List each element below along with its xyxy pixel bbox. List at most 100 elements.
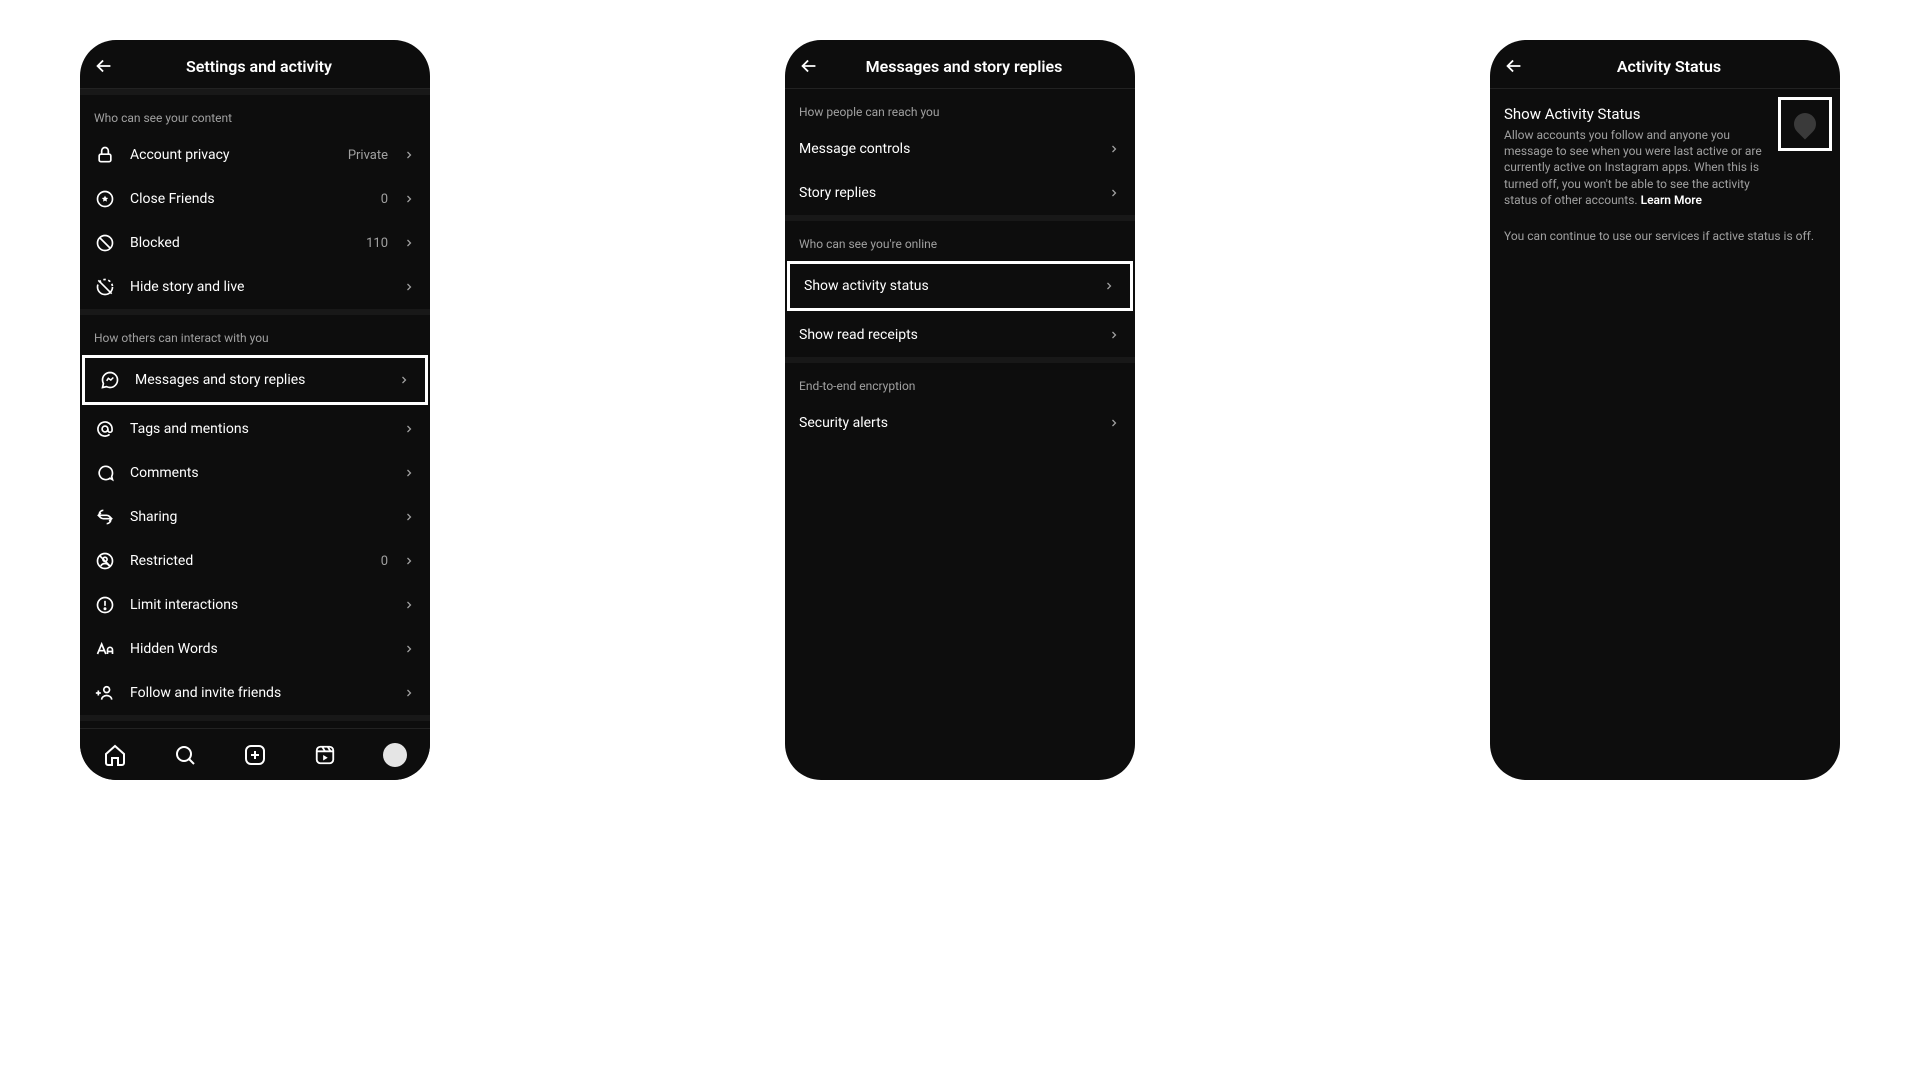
home-icon[interactable] — [102, 742, 128, 768]
screen-messages-story-replies: Messages and story replies How people ca… — [785, 40, 1135, 780]
highlight-messages: Messages and story replies — [82, 355, 428, 405]
blocked-icon — [94, 232, 116, 254]
at-icon — [94, 418, 116, 440]
row-label: Comments — [130, 465, 388, 481]
avatar-icon — [383, 743, 407, 767]
restricted-icon — [94, 550, 116, 572]
header: Activity Status — [1490, 40, 1840, 89]
search-icon[interactable] — [172, 742, 198, 768]
chevron-right-icon — [402, 686, 416, 700]
highlight-toggle — [1778, 97, 1832, 151]
row-label: Messages and story replies — [135, 372, 383, 388]
profile-avatar[interactable] — [382, 742, 408, 768]
activity-subnote: You can continue to use our services if … — [1504, 228, 1826, 244]
row-story-replies[interactable]: Story replies — [785, 171, 1135, 215]
activity-description: Allow accounts you follow and anyone you… — [1504, 127, 1774, 208]
page-title: Settings and activity — [100, 57, 418, 76]
alert-circle-icon — [94, 594, 116, 616]
screen-settings-activity: Settings and activity Who can see your c… — [80, 40, 430, 780]
description-text: Allow accounts you follow and anyone you… — [1504, 128, 1762, 207]
chevron-right-icon — [1107, 328, 1121, 342]
row-label: Hide story and live — [130, 279, 388, 295]
hide-icon — [94, 276, 116, 298]
row-label: Follow and invite friends — [130, 685, 388, 701]
chevron-right-icon — [402, 236, 416, 250]
row-label: Restricted — [130, 553, 367, 569]
header: Messages and story replies — [785, 40, 1135, 89]
chevron-right-icon — [402, 466, 416, 480]
row-message-controls[interactable]: Message controls — [785, 127, 1135, 171]
activity-body: Show Activity Status Allow accounts you … — [1490, 89, 1840, 260]
settings-list: Who can see your content Account privacy… — [80, 95, 430, 728]
row-account-privacy[interactable]: Account privacy Private — [80, 133, 430, 177]
highlight-show-activity: Show activity status — [787, 261, 1133, 311]
chevron-right-icon — [397, 373, 411, 387]
row-label: Hidden Words — [130, 641, 388, 657]
row-blocked[interactable]: Blocked 110 — [80, 221, 430, 265]
row-hide-story[interactable]: Hide story and live — [80, 265, 430, 309]
row-comments[interactable]: Comments — [80, 451, 430, 495]
chevron-right-icon — [402, 598, 416, 612]
row-label: Account privacy — [130, 147, 334, 163]
chevron-right-icon — [402, 148, 416, 162]
row-limit-interactions[interactable]: Limit interactions — [80, 583, 430, 627]
row-label: Show read receipts — [799, 327, 1093, 343]
row-label: Close Friends — [130, 191, 367, 207]
chevron-right-icon — [1102, 279, 1116, 293]
row-hidden-words[interactable]: Hidden Words — [80, 627, 430, 671]
row-label: Blocked — [130, 235, 352, 251]
row-value: 0 — [381, 554, 388, 569]
row-label: Sharing — [130, 509, 388, 525]
row-label: Message controls — [799, 141, 1093, 157]
create-icon[interactable] — [242, 742, 268, 768]
sharing-icon — [94, 506, 116, 528]
chevron-right-icon — [402, 422, 416, 436]
page-title: Messages and story replies — [805, 57, 1123, 76]
chevron-right-icon — [402, 192, 416, 206]
row-label: Story replies — [799, 185, 1093, 201]
row-security-alerts[interactable]: Security alerts — [785, 401, 1135, 445]
row-label: Security alerts — [799, 415, 1093, 431]
comment-icon — [94, 462, 116, 484]
row-sharing[interactable]: Sharing — [80, 495, 430, 539]
row-label: Show activity status — [804, 278, 1088, 294]
activity-content: Show Activity Status Allow accounts you … — [1490, 89, 1840, 780]
reels-icon[interactable] — [312, 742, 338, 768]
row-label: Limit interactions — [130, 597, 388, 613]
chevron-right-icon — [1107, 416, 1121, 430]
section-header-reach: How people can reach you — [785, 89, 1135, 127]
row-value: Private — [348, 148, 388, 163]
row-close-friends[interactable]: Close Friends 0 — [80, 177, 430, 221]
section-header-content: Who can see your content — [80, 95, 430, 133]
chevron-right-icon — [402, 642, 416, 656]
text-aa-icon — [94, 638, 116, 660]
row-restricted[interactable]: Restricted 0 — [80, 539, 430, 583]
header: Settings and activity — [80, 40, 430, 89]
row-value: 0 — [381, 192, 388, 207]
bottom-nav — [80, 728, 430, 780]
star-circle-icon — [94, 188, 116, 210]
section-header-interact: How others can interact with you — [80, 315, 430, 353]
add-user-icon — [94, 682, 116, 704]
learn-more-link[interactable]: Learn More — [1641, 193, 1702, 207]
screen-activity-status: Activity Status Show Activity Status All… — [1490, 40, 1840, 780]
chevron-right-icon — [402, 510, 416, 524]
chevron-right-icon — [1107, 186, 1121, 200]
section-header-what-you-see: What you see — [80, 721, 430, 728]
row-value: 110 — [366, 236, 388, 251]
row-show-read-receipts[interactable]: Show read receipts — [785, 313, 1135, 357]
page-title: Activity Status — [1510, 57, 1828, 76]
messenger-icon — [99, 369, 121, 391]
chevron-right-icon — [402, 280, 416, 294]
row-follow-invite[interactable]: Follow and invite friends — [80, 671, 430, 715]
row-messages-story-replies[interactable]: Messages and story replies — [85, 358, 425, 402]
chevron-right-icon — [402, 554, 416, 568]
section-header-online: Who can see you're online — [785, 221, 1135, 259]
section-header-encryption: End-to-end encryption — [785, 363, 1135, 401]
lock-icon — [94, 144, 116, 166]
activity-status-toggle[interactable] — [1794, 113, 1816, 135]
chevron-right-icon — [1107, 142, 1121, 156]
messages-list: How people can reach you Message control… — [785, 89, 1135, 780]
row-show-activity-status[interactable]: Show activity status — [790, 264, 1130, 308]
row-tags-mentions[interactable]: Tags and mentions — [80, 407, 430, 451]
